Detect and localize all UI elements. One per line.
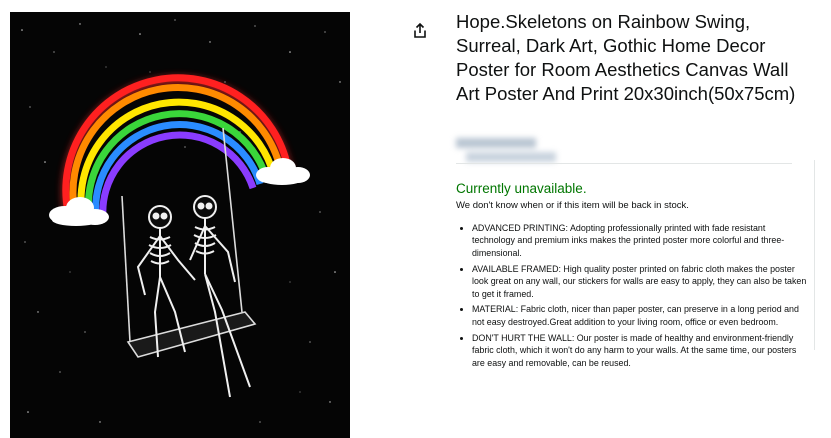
feature-item: ADVANCED PRINTING: Adopting professional…: [472, 222, 808, 259]
share-icon: [414, 22, 426, 38]
feature-item: AVAILABLE FRAMED: High quality poster pr…: [472, 263, 808, 300]
feature-item: DON'T HURT THE WALL: Our poster is made …: [472, 332, 808, 369]
feature-list: ADVANCED PRINTING: Adopting professional…: [456, 222, 808, 372]
share-button[interactable]: [411, 22, 429, 40]
product-title: Hope.Skeletons on Rainbow Swing, Surreal…: [456, 11, 796, 104]
blurred-rating: [456, 136, 566, 166]
product-image[interactable]: [10, 12, 350, 438]
side-divider: [814, 160, 815, 350]
feature-item: MATERIAL: Fabric cloth, nicer than paper…: [472, 303, 808, 328]
availability-status: Currently unavailable.: [456, 181, 587, 196]
stock-note: We don't know when or if this item will …: [456, 200, 689, 211]
divider: [456, 163, 792, 164]
